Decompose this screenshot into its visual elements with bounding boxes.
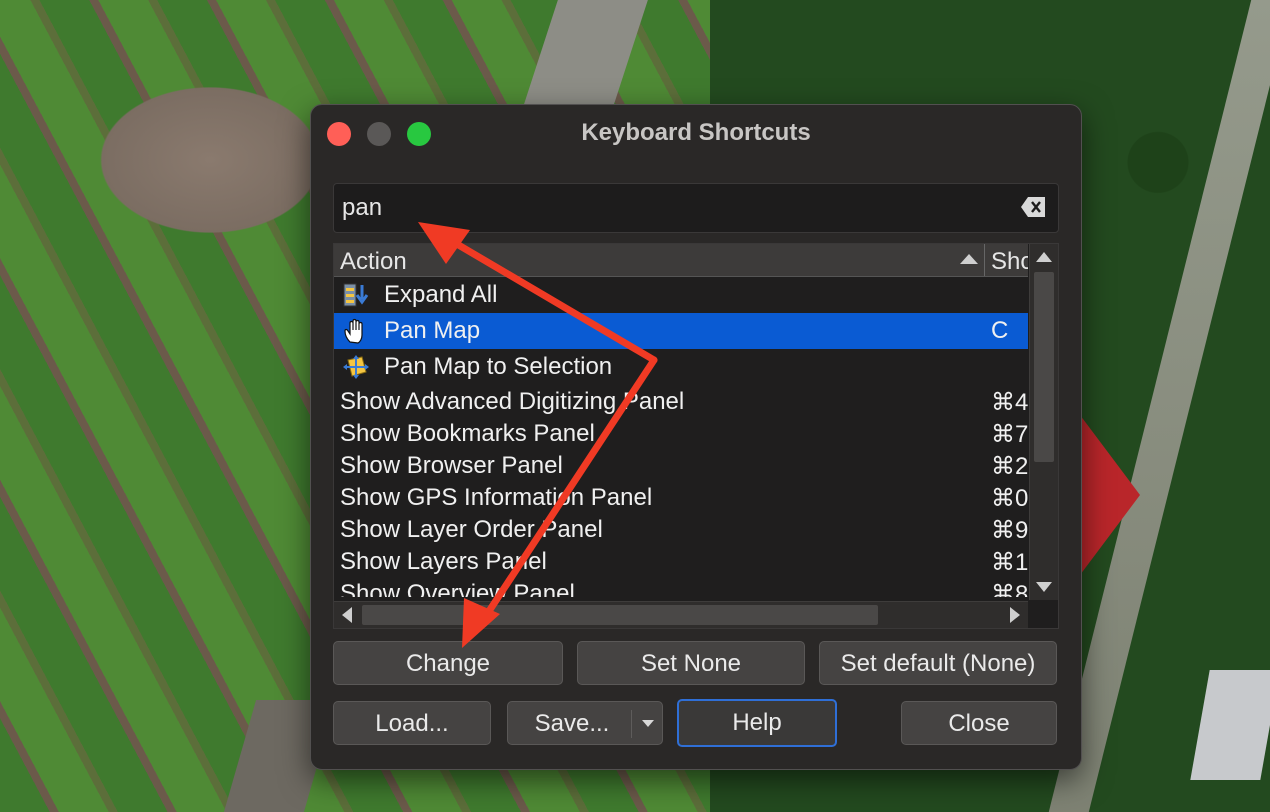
row-shortcut: ⌘7 — [991, 421, 1028, 448]
scroll-down-arrow-icon[interactable] — [1036, 582, 1052, 592]
keyboard-shortcuts-dialog: Keyboard Shortcuts Action Sho — [310, 104, 1082, 770]
dropdown-divider — [631, 710, 632, 738]
scroll-left-arrow-icon[interactable] — [342, 607, 352, 623]
row-shortcut: ⌘2 — [991, 453, 1028, 480]
horizontal-scroll-thumb[interactable] — [362, 605, 878, 625]
table-body: Expand All Pan Map C Pan Map to Selectio… — [334, 277, 1028, 597]
close-button[interactable]: Close — [901, 701, 1057, 745]
help-button[interactable]: Help — [677, 699, 837, 747]
table-row-selected[interactable]: Pan Map C — [334, 313, 1028, 349]
table-row[interactable]: Show Overview Panel ⌘8 — [334, 577, 1028, 597]
row-action-label: Expand All — [384, 281, 498, 308]
table-row[interactable]: Pan Map to Selection — [334, 349, 1028, 385]
horizontal-scrollbar[interactable] — [334, 601, 1028, 628]
row-shortcut: ⌘9 — [991, 517, 1028, 544]
table-row[interactable]: Show Bookmarks Panel ⌘7 — [334, 417, 1028, 449]
row-action-label: Show Layers Panel — [340, 548, 547, 575]
title-bar: Keyboard Shortcuts — [311, 105, 1081, 161]
column-divider[interactable] — [984, 244, 985, 276]
row-action-label: Show Advanced Digitizing Panel — [340, 388, 685, 415]
row-action-label: Pan Map — [384, 317, 481, 344]
table-row[interactable]: Show Layer Order Panel ⌘9 — [334, 513, 1028, 545]
scroll-up-arrow-icon[interactable] — [1036, 252, 1052, 262]
table-row[interactable]: Show GPS Information Panel ⌘0 — [334, 481, 1028, 513]
table-header: Action Sho — [334, 244, 1028, 277]
table-row[interactable]: Show Advanced Digitizing Panel ⌘4 — [334, 385, 1028, 417]
search-box — [333, 183, 1059, 233]
map-feature-shape — [1080, 415, 1140, 575]
row-action-label: Show Layer Order Panel — [340, 516, 603, 543]
column-header-action[interactable]: Action — [340, 248, 407, 276]
row-shortcut: ⌘0 — [991, 485, 1028, 512]
row-action-label: Show GPS Information Panel — [340, 484, 653, 511]
scroll-right-arrow-icon[interactable] — [1010, 607, 1020, 623]
clear-search-icon[interactable] — [1020, 196, 1046, 218]
pan-to-selection-icon — [343, 355, 369, 379]
save-dropdown-button[interactable]: Save... — [507, 701, 663, 745]
row-shortcut: ⌘1 — [991, 549, 1028, 576]
chevron-down-icon[interactable] — [642, 720, 654, 727]
sort-ascending-icon — [960, 254, 978, 264]
change-button[interactable]: Change — [333, 641, 563, 685]
row-action-label: Show Browser Panel — [340, 452, 563, 479]
table-row[interactable]: Expand All — [334, 277, 1028, 313]
set-none-button[interactable]: Set None — [577, 641, 805, 685]
expand-all-icon — [343, 283, 369, 307]
row-action-label: Show Overview Panel — [340, 580, 575, 597]
table-row[interactable]: Show Layers Panel ⌘1 — [334, 545, 1028, 577]
road — [522, 0, 648, 110]
row-action-label: Pan Map to Selection — [384, 353, 613, 380]
shortcuts-table: Action Sho Expand All — [333, 243, 1059, 629]
row-shortcut: ⌘8 — [991, 581, 1028, 597]
row-shortcut: C — [991, 317, 1009, 344]
row-shortcut: ⌘4 — [991, 389, 1028, 416]
vertical-scrollbar[interactable] — [1029, 244, 1058, 600]
vertical-scroll-thumb[interactable] — [1034, 272, 1054, 462]
load-button[interactable]: Load... — [333, 701, 491, 745]
search-input[interactable] — [340, 190, 1004, 226]
column-header-shortcut[interactable]: Sho — [991, 248, 1028, 276]
hand-pan-icon — [344, 318, 363, 344]
row-action-label: Show Bookmarks Panel — [340, 420, 595, 447]
save-button-label: Save... — [534, 710, 610, 737]
set-default-button[interactable]: Set default (None) — [819, 641, 1057, 685]
table-row[interactable]: Show Browser Panel ⌘2 — [334, 449, 1028, 481]
dialog-title: Keyboard Shortcuts — [581, 119, 811, 146]
